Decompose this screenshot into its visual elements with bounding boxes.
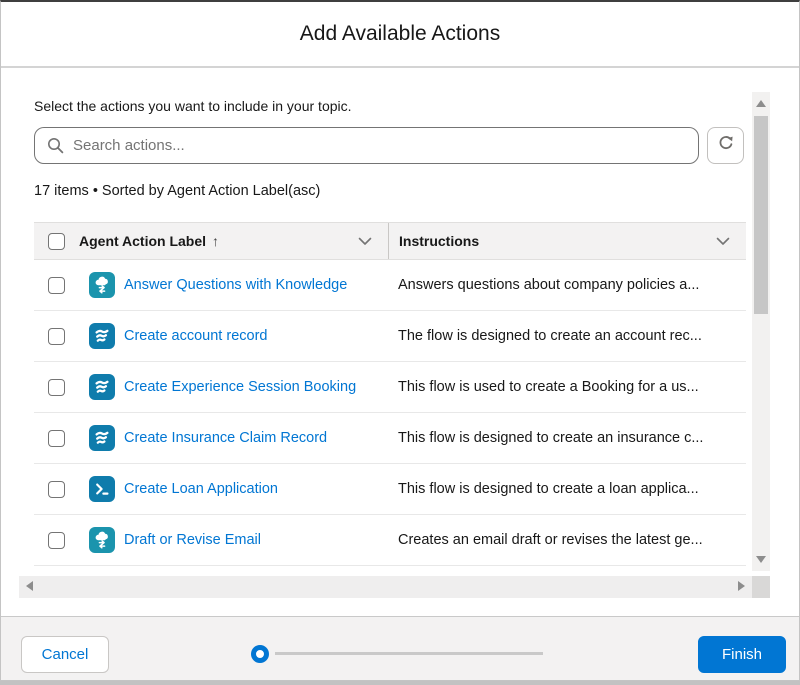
knowledge-cloud-icon bbox=[89, 272, 115, 298]
dialog-title: Add Available Actions bbox=[300, 22, 500, 46]
scroll-left-arrow-icon[interactable] bbox=[26, 581, 33, 591]
table-header-row: Agent Action Label ↑ Instructions bbox=[34, 222, 746, 260]
flow-icon bbox=[89, 323, 115, 349]
row-checkbox[interactable] bbox=[48, 481, 65, 498]
scroll-down-arrow-icon[interactable] bbox=[756, 556, 766, 563]
action-label-link[interactable]: Create Loan Application bbox=[124, 481, 278, 497]
modal-bottom-edge bbox=[0, 681, 800, 685]
action-label-link[interactable]: Create Experience Session Booking bbox=[124, 379, 356, 395]
row-instructions: The flow is designed to create an accoun… bbox=[388, 328, 746, 344]
sort-ascending-icon: ↑ bbox=[212, 233, 219, 249]
dialog-header: Add Available Actions bbox=[1, 2, 799, 68]
table-row: Create account record The flow is design… bbox=[34, 311, 746, 362]
actions-table: Agent Action Label ↑ Instructions bbox=[34, 222, 746, 566]
table-row: Answer Questions with Knowledge Answers … bbox=[34, 260, 746, 311]
finish-button[interactable]: Finish bbox=[698, 636, 786, 673]
item-count-text: 17 items • Sorted by Agent Action Label(… bbox=[34, 183, 320, 199]
dialog-footer: Cancel Finish bbox=[1, 616, 800, 681]
cancel-button[interactable]: Cancel bbox=[21, 636, 109, 673]
row-checkbox[interactable] bbox=[48, 277, 65, 294]
vertical-scrollbar-thumb[interactable] bbox=[754, 116, 768, 314]
knowledge-cloud-icon bbox=[89, 527, 115, 553]
row-instructions: This flow is designed to create an insur… bbox=[388, 430, 746, 446]
table-row: Draft or Revise Email Creates an email d… bbox=[34, 515, 746, 566]
progress-step-indicator[interactable] bbox=[251, 645, 269, 663]
table-row: Create Loan Application This flow is des… bbox=[34, 464, 746, 515]
row-instructions: Answers questions about company policies… bbox=[388, 277, 746, 293]
table-row: Create Experience Session Booking This f… bbox=[34, 362, 746, 413]
action-label-link[interactable]: Draft or Revise Email bbox=[124, 532, 261, 548]
progress-track bbox=[275, 652, 543, 655]
row-checkbox[interactable] bbox=[48, 430, 65, 447]
action-label-link[interactable]: Create account record bbox=[124, 328, 267, 344]
row-checkbox[interactable] bbox=[48, 532, 65, 549]
terminal-prompt-icon bbox=[89, 476, 115, 502]
vertical-scrollbar[interactable] bbox=[752, 92, 770, 571]
add-available-actions-dialog: Add Available Actions Select the actions… bbox=[0, 0, 800, 685]
scroll-right-arrow-icon[interactable] bbox=[738, 581, 745, 591]
column-header-agent-action-label[interactable]: Agent Action Label ↑ bbox=[79, 223, 388, 259]
table-row: Create Insurance Claim Record This flow … bbox=[34, 413, 746, 464]
flow-icon bbox=[89, 425, 115, 451]
flow-icon bbox=[89, 374, 115, 400]
row-instructions: Creates an email draft or revises the la… bbox=[388, 532, 746, 548]
search-input[interactable] bbox=[34, 127, 699, 164]
select-all-checkbox[interactable] bbox=[48, 233, 65, 250]
column-header-instructions[interactable]: Instructions bbox=[388, 223, 746, 259]
action-label-link[interactable]: Create Insurance Claim Record bbox=[124, 430, 327, 446]
search-container bbox=[34, 127, 699, 164]
table-body: Answer Questions with Knowledge Answers … bbox=[34, 260, 746, 566]
intro-text: Select the actions you want to include i… bbox=[34, 98, 352, 114]
row-instructions: This flow is used to create a Booking fo… bbox=[388, 379, 746, 395]
refresh-button[interactable] bbox=[707, 127, 744, 164]
row-instructions: This flow is designed to create a loan a… bbox=[388, 481, 746, 497]
row-checkbox[interactable] bbox=[48, 328, 65, 345]
modal-container: Add Available Actions Select the actions… bbox=[0, 0, 800, 681]
scrollbar-corner bbox=[752, 576, 770, 598]
chevron-down-icon[interactable] bbox=[358, 233, 372, 249]
refresh-icon bbox=[717, 134, 735, 157]
scroll-up-arrow-icon[interactable] bbox=[756, 100, 766, 107]
horizontal-scrollbar[interactable] bbox=[19, 576, 752, 598]
chevron-down-icon[interactable] bbox=[716, 233, 730, 249]
action-label-link[interactable]: Answer Questions with Knowledge bbox=[124, 277, 347, 293]
row-checkbox[interactable] bbox=[48, 379, 65, 396]
